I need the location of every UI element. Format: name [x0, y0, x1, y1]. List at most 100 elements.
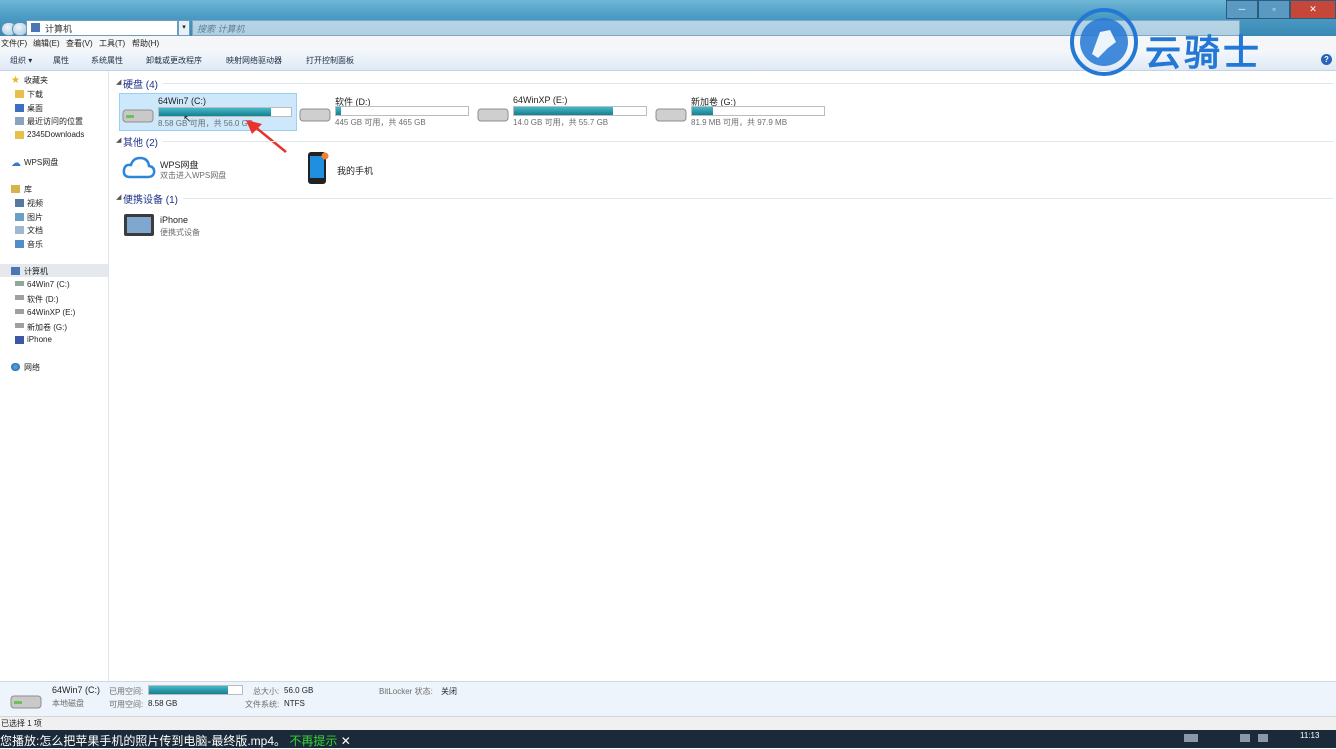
details-total-value: 56.0 GB	[284, 686, 314, 695]
group-divider	[163, 141, 1333, 142]
group-header-other[interactable]: 其他 (2)	[123, 134, 158, 149]
portable-device-icon	[15, 336, 24, 344]
control-panel-button[interactable]: 打开控制面板	[306, 55, 354, 66]
status-text: 已选择 1 项	[1, 719, 42, 728]
drive-tile-g[interactable]: 新加卷 (G:) 81.9 MB 可用，共 97.9 MB	[653, 93, 829, 129]
sidebar-item-iphone[interactable]: iPhone	[27, 335, 52, 344]
sidebar-item-wps[interactable]: WPS网盘	[24, 157, 58, 168]
drive-usage-fill	[159, 108, 272, 116]
sidebar-item-drive-d[interactable]: 软件 (D:)	[27, 294, 59, 305]
drive-usage-bar	[158, 107, 292, 117]
map-drive-button[interactable]: 映射网络驱动器	[226, 55, 282, 66]
details-total-label: 总大小:	[253, 687, 280, 696]
my-phone-item[interactable]: 我的手机	[303, 150, 423, 186]
computer-icon	[31, 23, 40, 32]
drive-free-space: 8.58 GB 可用，共 56.0 GB	[158, 119, 254, 128]
iphone-subtitle: 便携式设备	[160, 228, 200, 237]
phone-title: 我的手机	[337, 166, 374, 176]
group-header-hard-disks[interactable]: 硬盘 (4)	[123, 76, 158, 91]
details-name: 64Win7 (C:)	[52, 685, 101, 695]
sidebar-item-libraries[interactable]: 库	[24, 184, 32, 195]
folder-icon	[15, 131, 24, 139]
sidebar-item-documents[interactable]: 文档	[27, 225, 43, 236]
drive-usage-fill	[336, 107, 342, 115]
sidebar-item-drive-g[interactable]: 新加卷 (G:)	[27, 322, 67, 333]
computer-icon	[11, 267, 20, 275]
sidebar-item-favorites[interactable]: 收藏夹	[24, 75, 48, 86]
sidebar-item-videos[interactable]: 视频	[27, 198, 43, 209]
drive-usage-bar	[513, 106, 647, 116]
network-icon	[11, 363, 20, 371]
menu-file[interactable]: 文件(F)	[1, 38, 27, 49]
sidebar-item-2345downloads[interactable]: 2345Downloads	[27, 130, 84, 139]
drive-name: 64Win7 (C:)	[158, 96, 207, 106]
navigation-pane: ★ 收藏夹 下载 桌面 最近访问的位置 2345Downloads ☁ WPS网…	[0, 71, 109, 681]
phone-icon	[308, 152, 329, 184]
group-header-portable[interactable]: 便携设备 (1)	[123, 191, 178, 206]
details-pane: 64Win7 (C:) 本地磁盘 已用空间: 可用空间: 8.58 GB 总大小…	[0, 681, 1336, 716]
cloud-icon	[122, 156, 156, 179]
details-usage-bar	[148, 685, 243, 695]
details-type: 本地磁盘	[52, 699, 84, 708]
menu-view[interactable]: 查看(V)	[66, 38, 93, 49]
clock: 11:13	[1300, 731, 1320, 740]
details-bitlocker-value: 关闭	[441, 687, 457, 696]
sidebar-item-pictures[interactable]: 图片	[27, 212, 43, 223]
status-bar: 已选择 1 项	[0, 716, 1336, 730]
sidebar-item-drive-c[interactable]: 64Win7 (C:)	[27, 280, 70, 289]
drive-free-space: 445 GB 可用，共 465 GB	[335, 118, 426, 127]
sidebar-item-downloads[interactable]: 下载	[27, 89, 43, 100]
drive-icon	[15, 281, 24, 286]
collapse-triangle-icon[interactable]: ◢	[116, 193, 121, 201]
sidebar-item-music[interactable]: 音乐	[27, 239, 43, 250]
address-bar[interactable]: 计算机	[26, 20, 178, 36]
sidebar-item-desktop[interactable]: 桌面	[27, 103, 43, 114]
hard-drive-icon	[10, 695, 42, 709]
address-text: 计算机	[45, 24, 73, 34]
dont-show-again-link[interactable]: 不再提示	[289, 734, 337, 748]
drive-usage-bar	[691, 106, 825, 116]
volume-icon[interactable]	[1258, 734, 1268, 742]
group-divider	[183, 198, 1333, 199]
sidebar-item-network[interactable]: 网络	[24, 362, 40, 373]
address-dropdown-button[interactable]: ▾	[178, 20, 190, 36]
pictures-icon	[15, 213, 24, 221]
documents-icon	[15, 226, 24, 234]
tray-icon[interactable]	[1184, 734, 1198, 742]
collapse-triangle-icon[interactable]: ◢	[116, 136, 121, 144]
system-properties-button[interactable]: 系统属性	[91, 55, 123, 66]
properties-button[interactable]: 属性	[53, 55, 69, 66]
group-divider	[163, 83, 1333, 84]
recent-places-icon	[15, 117, 24, 125]
details-free-label: 可用空间:	[109, 700, 144, 709]
uninstall-button[interactable]: 卸载或更改程序	[146, 55, 202, 66]
iphone-item[interactable]: iPhone 便携式设备	[120, 208, 270, 244]
desktop-icon	[15, 104, 24, 112]
drive-tile-e[interactable]: 64WinXP (E:) 14.0 GB 可用，共 55.7 GB	[475, 93, 651, 129]
details-usage-fill	[149, 686, 229, 694]
library-icon	[11, 185, 20, 193]
watermark-text: 云骑士	[1145, 33, 1263, 74]
menu-edit[interactable]: 编辑(E)	[33, 38, 60, 49]
wps-subtitle: 双击进入WPS网盘	[160, 171, 227, 180]
cloud-icon: ☁	[11, 158, 21, 169]
menu-tools[interactable]: 工具(T)	[99, 38, 125, 49]
organize-button[interactable]: 组织 ▾	[10, 55, 32, 66]
tray-icon[interactable]	[1240, 734, 1250, 742]
video-icon	[15, 199, 24, 207]
sidebar-item-drive-e[interactable]: 64WinXP (E:)	[27, 308, 75, 317]
drive-tile-d[interactable]: 软件 (D:) 445 GB 可用，共 465 GB	[297, 93, 473, 129]
wps-cloud-item[interactable]: WPS网盘 双击进入WPS网盘	[120, 150, 290, 186]
hard-drive-icon	[299, 108, 331, 122]
sidebar-item-computer[interactable]: 计算机	[24, 266, 48, 277]
details-fs-label: 文件系统:	[245, 700, 280, 709]
close-icon[interactable]: ✕	[341, 734, 351, 748]
hard-drive-icon	[655, 108, 687, 122]
sidebar-item-recent[interactable]: 最近访问的位置	[27, 116, 83, 127]
menu-help[interactable]: 帮助(H)	[132, 38, 159, 49]
drive-usage-fill	[514, 107, 613, 115]
playback-notice-text: 您播放:怎么把苹果手机的照片传到电脑-最终版.mp4。	[0, 734, 287, 748]
collapse-triangle-icon[interactable]: ◢	[116, 78, 121, 86]
drive-usage-bar	[335, 106, 469, 116]
folder-icon	[15, 90, 24, 98]
